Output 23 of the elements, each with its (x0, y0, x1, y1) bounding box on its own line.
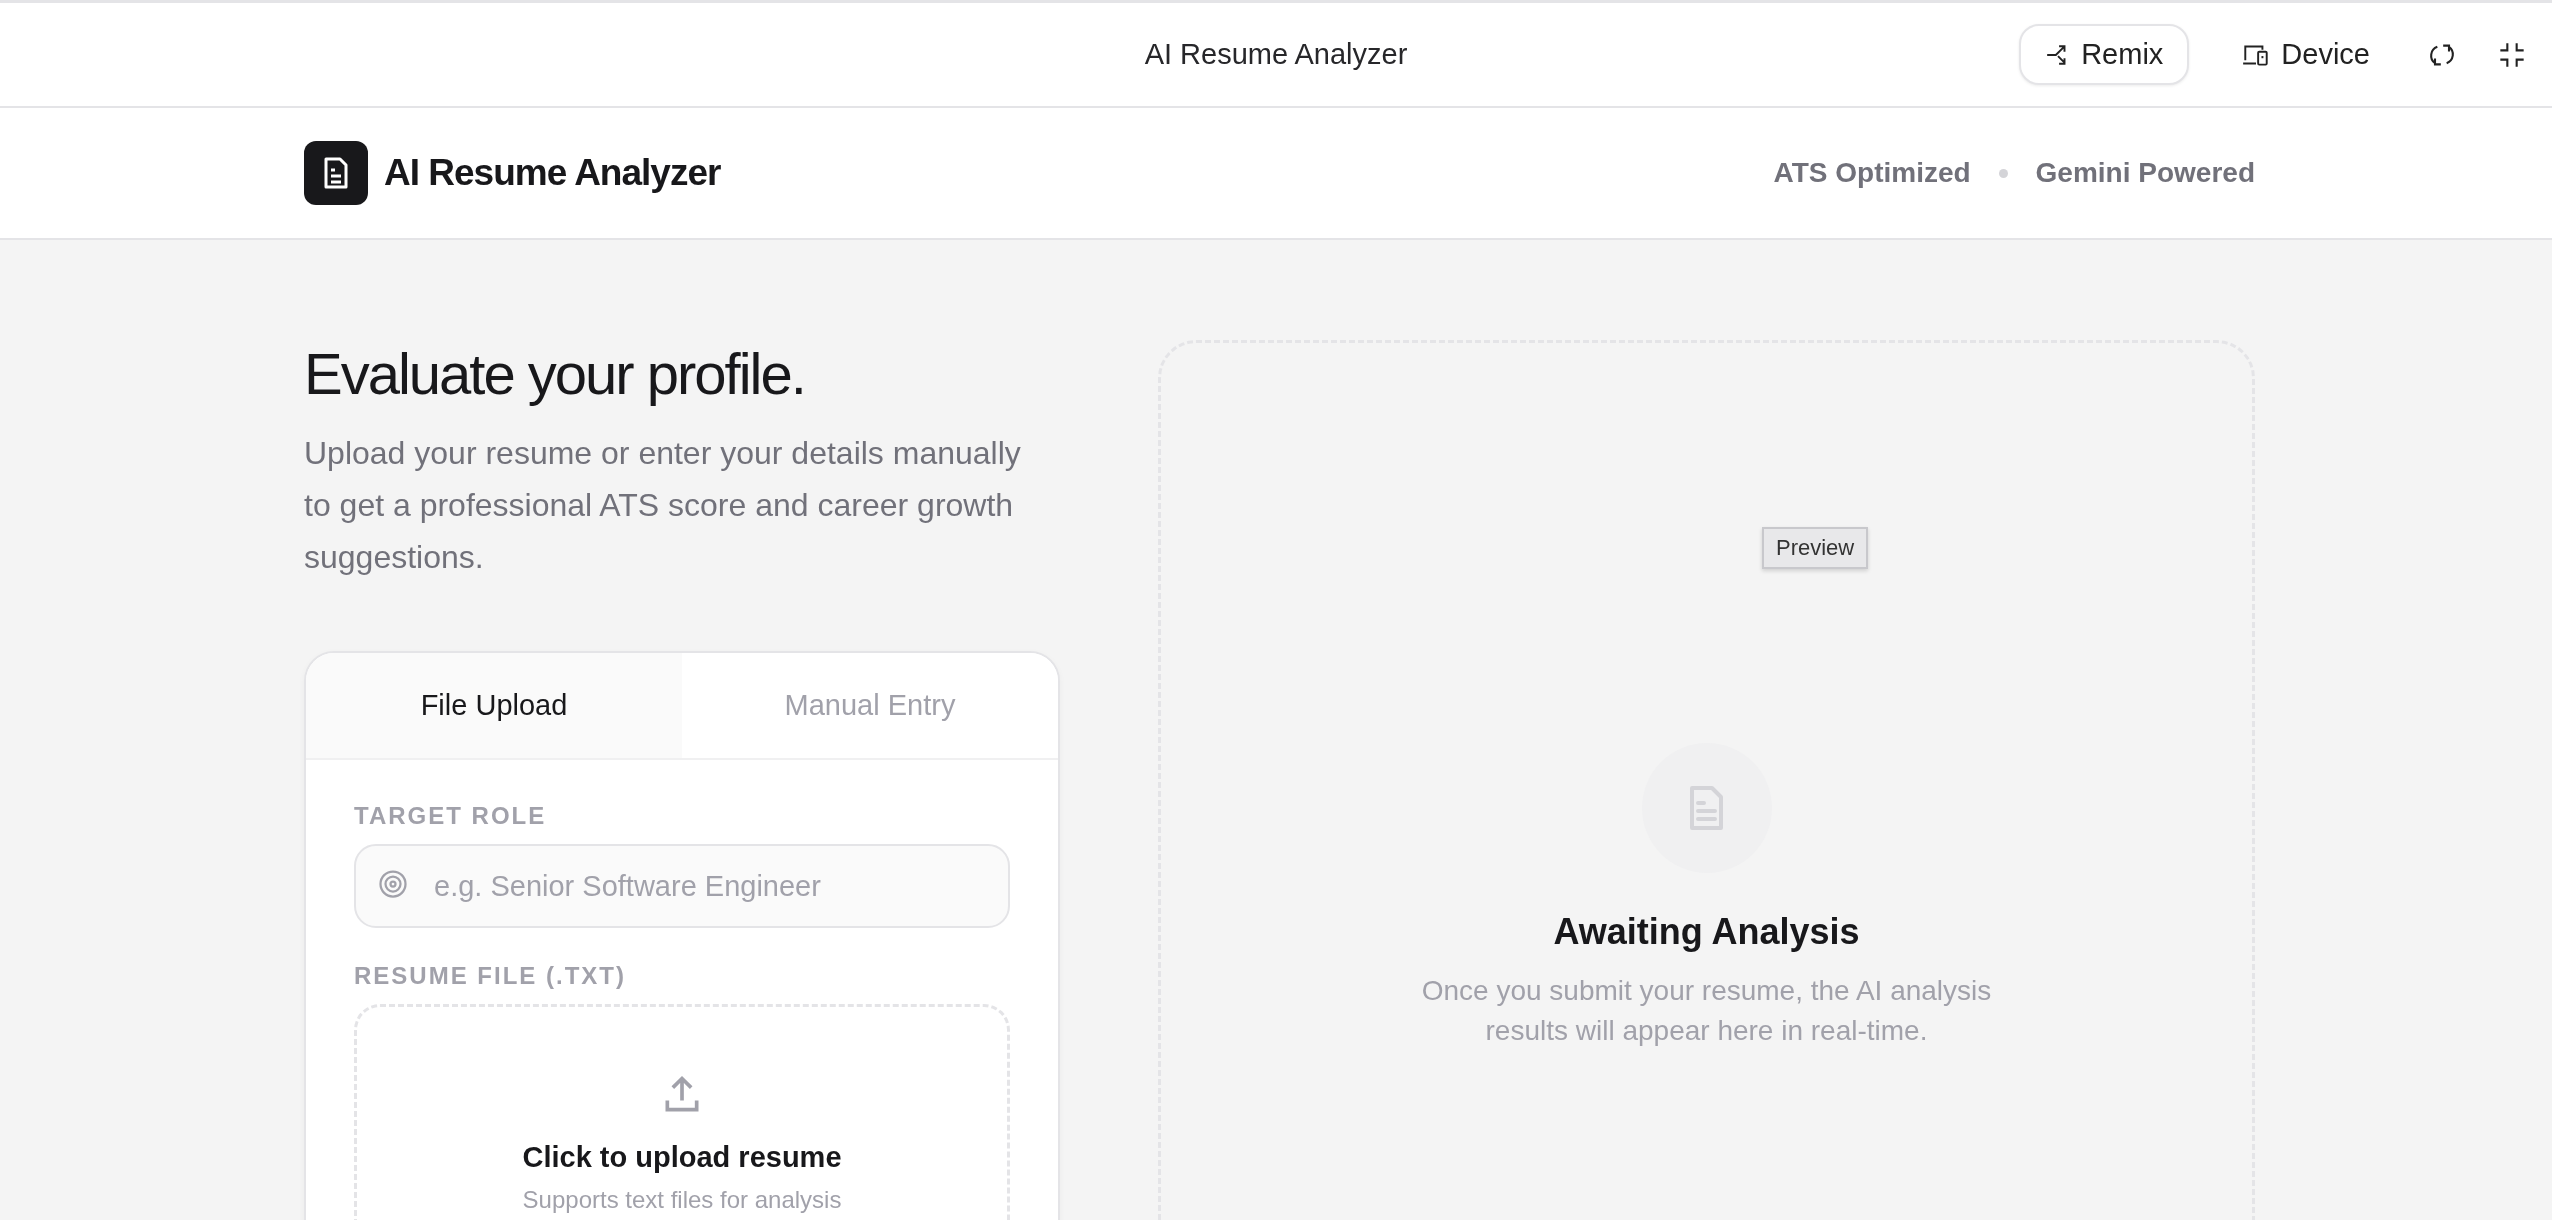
feature-label: ATS Optimized (1773, 157, 1971, 189)
app-title: AI Resume Analyzer (384, 152, 721, 194)
page-heading: Evaluate your profile. (304, 340, 806, 407)
feature-label: Gemini Powered (2035, 157, 2255, 189)
collapse-icon[interactable] (2498, 40, 2526, 69)
upload-dropzone[interactable]: Click to upload resume Supports text files for analysis (354, 1004, 1010, 1220)
tab[interactable]: File Upload (306, 653, 682, 758)
target-icon (378, 869, 408, 899)
document-icon (1690, 786, 1723, 830)
upload-title: Click to upload resume (522, 1141, 842, 1174)
preview-tooltip: Preview (1762, 527, 1869, 569)
window-title: AI Resume Analyzer (1144, 38, 1408, 71)
upload-hint: Supports text files for analysis (522, 1186, 842, 1214)
separator-dot-icon (1998, 168, 2008, 178)
empty-state-text: Once you submit your resume, the AI analysis results will appear here in real-time. (1420, 974, 1993, 1048)
empty-state-title: Awaiting Analysis (1553, 911, 1860, 953)
remix-button[interactable]: Remix (2019, 24, 2190, 85)
target-role-field[interactable]: e.g. Senior Software Engineer (354, 844, 1010, 928)
field-label: TARGET ROLE (354, 802, 548, 830)
device-button[interactable]: Device (2219, 24, 2392, 85)
intro-text: Upload your resume or enter your details manually to get a professional ATS score and career growth suggestions. (304, 434, 1022, 577)
field-label: RESUME FILE (.TXT) (354, 962, 627, 990)
document-logo-icon (304, 141, 368, 205)
